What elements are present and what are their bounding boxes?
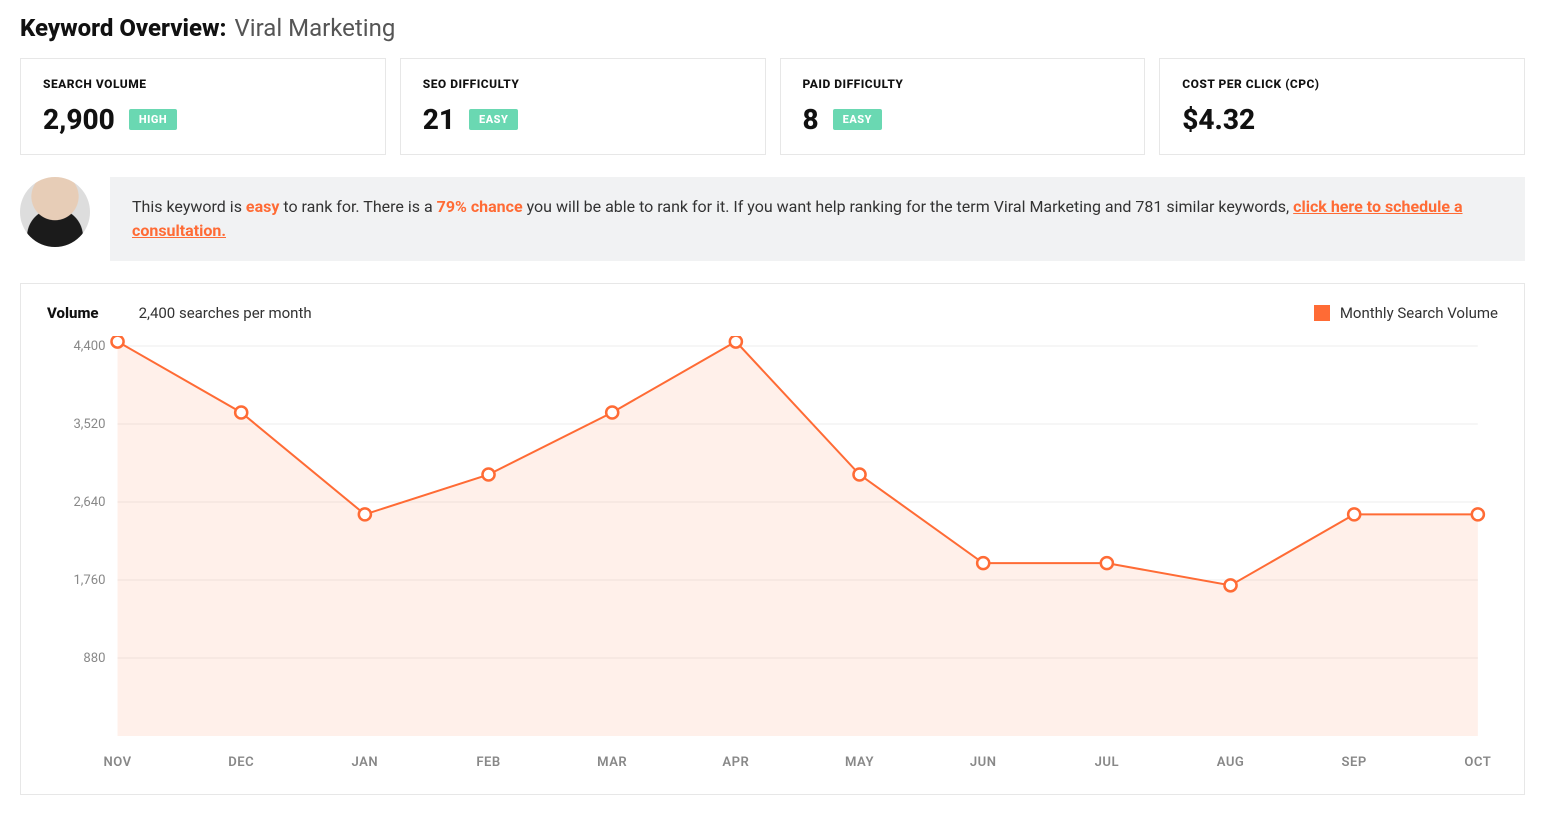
tip-text: you will be able to rank for it. If you …: [523, 197, 1294, 216]
status-badge: EASY: [833, 109, 882, 130]
card-value: 2,900: [43, 103, 115, 136]
tip-text: to rank for. There is a: [279, 197, 436, 216]
card-value: 21: [423, 103, 455, 136]
svg-text:2,640: 2,640: [73, 495, 105, 510]
svg-text:880: 880: [83, 651, 105, 666]
title-label: Keyword Overview:: [20, 14, 226, 42]
card-value: $4.32: [1182, 103, 1255, 136]
keyword-name: Viral Marketing: [234, 14, 395, 42]
card-value: 8: [803, 103, 819, 136]
chart-legend: Monthly Search Volume: [1314, 304, 1498, 322]
svg-text:3,520: 3,520: [73, 417, 105, 432]
svg-text:MAR: MAR: [597, 755, 627, 770]
svg-text:AUG: AUG: [1217, 755, 1245, 770]
svg-text:JUL: JUL: [1095, 755, 1119, 770]
chart-canvas: 880 1,760 2,640 3,520 4,400 NOV DEC JAN FEB MAR AP…: [47, 336, 1498, 776]
svg-text:DEC: DEC: [228, 755, 254, 770]
svg-text:NOV: NOV: [103, 755, 131, 770]
legend-label: Monthly Search Volume: [1340, 304, 1498, 322]
avatar: [20, 177, 90, 247]
svg-text:MAY: MAY: [845, 755, 874, 770]
tip-text: This keyword is: [132, 197, 246, 216]
svg-text:JAN: JAN: [352, 755, 379, 770]
svg-text:1,760: 1,760: [73, 573, 105, 588]
chart-tooltip: 2,400 searches per month: [139, 304, 312, 322]
svg-text:SEP: SEP: [1342, 755, 1367, 770]
card-label: COST PER CLICK (CPC): [1182, 77, 1502, 91]
svg-text:JUN: JUN: [970, 755, 997, 770]
svg-text:FEB: FEB: [476, 755, 500, 770]
tip-difficulty: easy: [246, 197, 279, 216]
legend-swatch-icon: [1314, 305, 1330, 321]
chart-y-axis-label: Volume: [47, 304, 99, 322]
volume-chart-card: Volume 2,400 searches per month Monthly …: [20, 283, 1525, 795]
card-label: PAID DIFFICULTY: [803, 77, 1123, 91]
card-seo-difficulty: SEO DIFFICULTY 21 EASY: [400, 58, 766, 155]
status-badge: EASY: [469, 109, 518, 130]
svg-text:4,400: 4,400: [73, 339, 105, 354]
svg-text:OCT: OCT: [1464, 755, 1491, 770]
tip-box: This keyword is easy to rank for. There …: [110, 177, 1525, 261]
card-cpc: COST PER CLICK (CPC) $4.32: [1159, 58, 1525, 155]
metric-cards: SEARCH VOLUME 2,900 HIGH SEO DIFFICULTY …: [20, 58, 1525, 155]
svg-text:APR: APR: [722, 755, 749, 770]
card-label: SEO DIFFICULTY: [423, 77, 743, 91]
status-badge: HIGH: [129, 109, 177, 130]
card-search-volume: SEARCH VOLUME 2,900 HIGH: [20, 58, 386, 155]
tip-chance: 79% chance: [437, 197, 523, 216]
card-paid-difficulty: PAID DIFFICULTY 8 EASY: [780, 58, 1146, 155]
ranking-tip: This keyword is easy to rank for. There …: [20, 177, 1525, 261]
card-label: SEARCH VOLUME: [43, 77, 363, 91]
page-title: Keyword Overview: Viral Marketing: [20, 14, 1525, 42]
